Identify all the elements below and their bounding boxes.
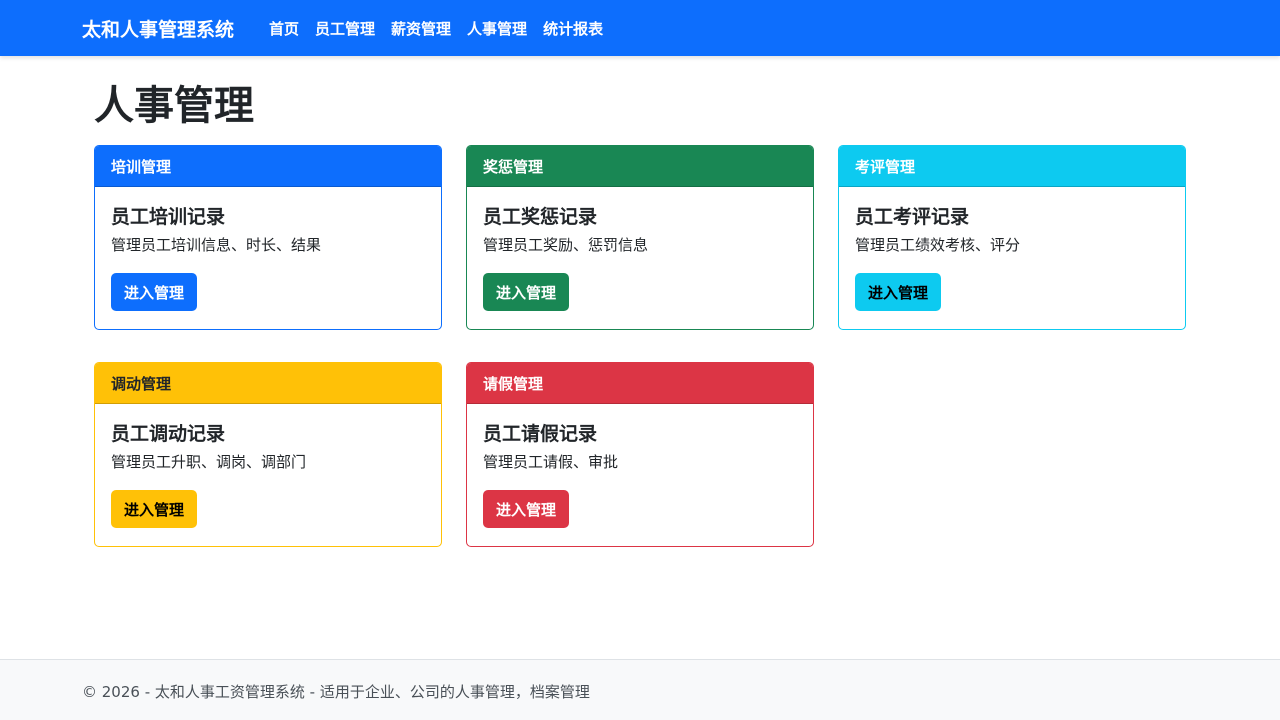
- card-header-transfer: 调动管理: [95, 363, 441, 404]
- card-training: 培训管理 员工培训记录 管理员工培训信息、时长、结果 进入管理: [94, 145, 442, 330]
- footer: © 2026 - 太和人事工资管理系统 - 适用于企业、公司的人事管理，档案管理: [0, 659, 1280, 720]
- card-text-leave: 管理员工请假、审批: [483, 453, 619, 471]
- card-title-leave: 员工请假记录: [483, 423, 598, 445]
- card-body: 员工调动记录 管理员工升职、调岗、调部门 进入管理: [95, 404, 441, 528]
- card-leave: 请假管理 员工请假记录 管理员工请假、审批 进入管理: [466, 362, 814, 547]
- nav-link-employees[interactable]: 员工管理: [307, 18, 383, 39]
- page-title: 人事管理: [94, 83, 254, 129]
- enter-leave-button[interactable]: 进入管理: [483, 490, 570, 528]
- card-rewards: 奖惩管理 员工奖惩记录 管理员工奖励、惩罚信息 进入管理: [466, 145, 814, 330]
- card-title-training: 员工培训记录: [111, 206, 226, 228]
- card-body: 员工考评记录 管理员工绩效考核、评分 进入管理: [839, 187, 1185, 311]
- enter-rewards-button[interactable]: 进入管理: [483, 273, 570, 311]
- card-title-rewards: 员工奖惩记录: [483, 206, 598, 228]
- card-text-training: 管理员工培训信息、时长、结果: [111, 236, 322, 254]
- card-body: 员工培训记录 管理员工培训信息、时长、结果 进入管理: [95, 187, 441, 311]
- card-header-rewards: 奖惩管理: [467, 146, 813, 187]
- card-body: 员工奖惩记录 管理员工奖励、惩罚信息 进入管理: [467, 187, 813, 311]
- card-text-rewards: 管理员工奖励、惩罚信息: [483, 236, 649, 254]
- brand-logo-text[interactable]: 太和人事管理系统: [82, 15, 234, 42]
- card-title-evaluation: 员工考评记录: [855, 206, 970, 228]
- enter-transfer-button[interactable]: 进入管理: [111, 490, 198, 528]
- card-header-evaluation: 考评管理: [839, 146, 1185, 187]
- card-body: 员工请假记录 管理员工请假、审批 进入管理: [467, 404, 813, 528]
- main-nav: 首页 员工管理 薪资管理 人事管理 统计报表: [261, 0, 611, 56]
- card-text-transfer: 管理员工升职、调岗、调部门: [111, 453, 307, 471]
- nav-link-reports[interactable]: 统计报表: [535, 18, 611, 39]
- card-title-transfer: 员工调动记录: [111, 423, 226, 445]
- footer-copyright: © 2026 - 太和人事工资管理系统 - 适用于企业、公司的人事管理，档案管理: [82, 683, 590, 701]
- nav-link-salary[interactable]: 薪资管理: [383, 18, 459, 39]
- enter-training-button[interactable]: 进入管理: [111, 273, 198, 311]
- card-transfer: 调动管理 员工调动记录 管理员工升职、调岗、调部门 进入管理: [94, 362, 442, 547]
- card-evaluation: 考评管理 员工考评记录 管理员工绩效考核、评分 进入管理: [838, 145, 1186, 330]
- card-header-leave: 请假管理: [467, 363, 813, 404]
- card-header-training: 培训管理: [95, 146, 441, 187]
- nav-link-personnel[interactable]: 人事管理: [459, 18, 535, 39]
- card-text-evaluation: 管理员工绩效考核、评分: [855, 236, 1021, 254]
- nav-link-home[interactable]: 首页: [261, 18, 307, 39]
- enter-evaluation-button[interactable]: 进入管理: [855, 273, 942, 311]
- top-navbar: 太和人事管理系统 首页 员工管理 薪资管理 人事管理 统计报表: [0, 0, 1280, 56]
